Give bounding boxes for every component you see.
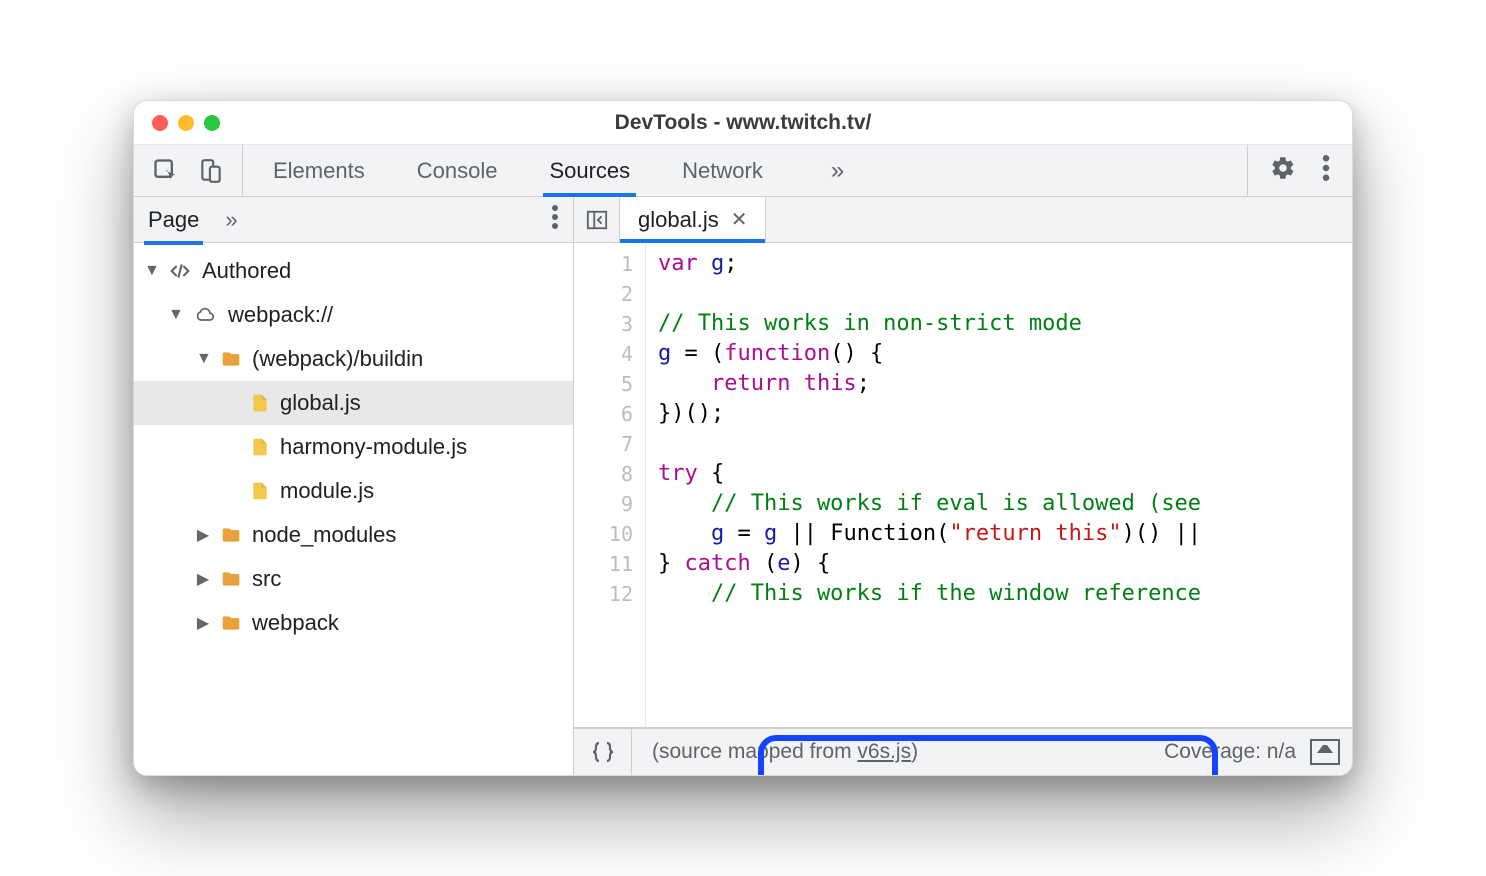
folder-icon [220,613,242,633]
editor-statusbar: (source mapped from v6s.js) Coverage: n/… [574,727,1352,775]
code-content[interactable]: var g; // This works in non-strict mode … [646,243,1352,727]
tree-label: harmony-module.js [280,434,467,460]
main-toolbar: Elements Console Sources Network » [134,145,1352,197]
gear-icon[interactable] [1270,155,1296,186]
navigator-sidebar: Page » ▼ Authored ▼ webpack:// [134,197,574,775]
more-tabs-icon[interactable]: » [815,145,860,196]
folder-icon [220,525,242,545]
close-tab-icon[interactable]: ✕ [731,207,748,232]
tree-label: Authored [202,258,291,284]
editor-pane: global.js ✕ 123456789101112 var g; // Th… [574,197,1352,775]
code-icon [168,261,192,281]
source-map-link[interactable]: v6s.js [857,740,911,763]
tree-label: global.js [280,390,361,416]
tree-label: module.js [280,478,374,504]
device-toolbar-icon[interactable] [198,157,224,185]
navigator-tabs: Page » [134,197,573,243]
inspect-element-icon[interactable] [152,157,180,185]
traffic-lights [134,115,254,131]
tree-folder-webpack[interactable]: ▶ webpack [134,601,573,645]
sources-panel: Page » ▼ Authored ▼ webpack:// [134,197,1352,775]
tree-origin-webpack[interactable]: ▼ webpack:// [134,293,573,337]
tree-label: webpack [252,610,339,636]
file-icon [250,435,270,459]
tab-elements[interactable]: Elements [273,145,365,196]
minimize-window-button[interactable] [178,115,194,131]
disclosure-triangle-icon[interactable]: ▼ [168,306,182,324]
editor-tab-label: global.js [638,207,719,233]
tab-network[interactable]: Network [682,145,763,196]
tree-folder-src[interactable]: ▶ src [134,557,573,601]
tab-sources[interactable]: Sources [549,145,630,196]
coverage-label: Coverage: n/a [1164,740,1296,764]
disclosure-triangle-icon[interactable]: ▶ [196,569,210,589]
toggle-navigator-icon[interactable] [574,197,620,242]
file-icon [250,391,270,415]
navigator-more-tabs-icon[interactable]: » [225,207,237,233]
window-title: DevTools - www.twitch.tv/ [254,111,1352,135]
editor-tabstrip: global.js ✕ [574,197,1352,243]
tree-label: node_modules [252,522,396,548]
disclosure-triangle-icon[interactable]: ▶ [196,613,210,633]
tree-label: (webpack)/buildin [252,346,423,372]
titlebar: DevTools - www.twitch.tv/ [134,101,1352,145]
line-gutter: 123456789101112 [574,243,646,727]
tree-file-module-js[interactable]: module.js [134,469,573,513]
panel-tabs: Elements Console Sources Network » [243,145,860,196]
kebab-menu-icon[interactable] [1322,155,1330,186]
toggle-drawer-icon[interactable] [1310,739,1340,765]
folder-icon [220,349,242,369]
tree-file-global-js[interactable]: global.js [134,381,573,425]
tree-folder-buildin[interactable]: ▼ (webpack)/buildin [134,337,573,381]
tree-label: webpack:// [228,302,333,328]
devtools-window: DevTools - www.twitch.tv/ Elements Conso… [133,100,1353,776]
tab-console[interactable]: Console [417,145,498,196]
navigator-tab-page[interactable]: Page [148,207,199,233]
source-mapped-label: (source mapped from v6s.js) [638,738,932,766]
disclosure-triangle-icon[interactable]: ▶ [196,525,210,545]
file-tree[interactable]: ▼ Authored ▼ webpack:// ▼ (webpack)/buil… [134,243,573,775]
zoom-window-button[interactable] [204,115,220,131]
close-window-button[interactable] [152,115,168,131]
disclosure-triangle-icon[interactable]: ▼ [144,262,158,280]
navigator-kebab-icon[interactable] [551,205,559,234]
tree-file-harmony-module-js[interactable]: harmony-module.js [134,425,573,469]
tree-folder-node-modules[interactable]: ▶ node_modules [134,513,573,557]
folder-icon [220,569,242,589]
disclosure-triangle-icon[interactable]: ▼ [196,350,210,368]
tree-label: src [252,566,281,592]
code-editor[interactable]: 123456789101112 var g; // This works in … [574,243,1352,727]
editor-tab-global-js[interactable]: global.js ✕ [620,197,766,242]
tree-group-authored[interactable]: ▼ Authored [134,249,573,293]
pretty-print-icon[interactable] [574,729,632,775]
file-icon [250,479,270,503]
cloud-icon [192,305,218,325]
